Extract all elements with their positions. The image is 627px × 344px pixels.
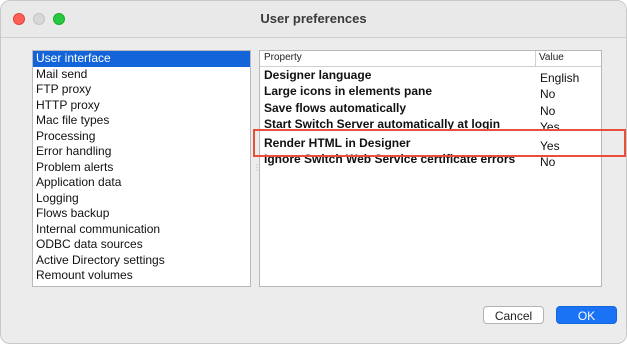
sidebar-item-mail-send[interactable]: Mail send <box>33 67 250 83</box>
properties-table: Property Value Designer language English… <box>259 50 602 287</box>
sidebar-item-processing[interactable]: Processing <box>33 129 250 145</box>
table-row-highlighted[interactable]: Render HTML in Designer Yes <box>260 136 601 153</box>
sidebar-item-problem-alerts[interactable]: Problem alerts <box>33 160 250 176</box>
sidebar-item-active-directory-settings[interactable]: Active Directory settings <box>33 253 250 269</box>
sidebar-item-internal-communication[interactable]: Internal communication <box>33 222 250 238</box>
property-cell: Render HTML in Designer <box>264 136 411 150</box>
sidebar-item-remount-volumes[interactable]: Remount volumes <box>33 268 250 284</box>
table-row[interactable]: Save flows automatically No <box>260 101 601 118</box>
property-cell: Save flows automatically <box>264 101 407 115</box>
value-cell[interactable]: English <box>540 71 579 85</box>
sidebar-item-flows-backup[interactable]: Flows backup <box>33 206 250 222</box>
cancel-button[interactable]: Cancel <box>483 306 544 324</box>
value-cell[interactable]: No <box>540 87 555 101</box>
value-cell[interactable]: No <box>540 155 555 169</box>
value-cell[interactable]: No <box>540 104 555 118</box>
column-divider[interactable] <box>535 51 536 66</box>
split-handle[interactable]: ⋮ <box>253 163 261 173</box>
sidebar-item-user-interface[interactable]: User interface <box>33 51 250 67</box>
property-cell: Large icons in elements pane <box>264 84 433 98</box>
preferences-category-list[interactable]: User interface Mail send FTP proxy HTTP … <box>32 50 251 287</box>
sidebar-item-application-data[interactable]: Application data <box>33 175 250 191</box>
value-cell[interactable]: Yes <box>540 120 560 134</box>
sidebar-item-mac-file-types[interactable]: Mac file types <box>33 113 250 129</box>
window-title: User preferences <box>260 11 367 26</box>
table-row[interactable]: Start Switch Server automatically at log… <box>260 117 601 134</box>
table-header: Property Value <box>260 51 601 67</box>
property-cell: Start Switch Server automatically at log… <box>264 117 501 131</box>
property-cell: Ignore Switch Web Service certificate er… <box>264 152 516 166</box>
ok-button[interactable]: OK <box>556 306 617 324</box>
sidebar-item-logging[interactable]: Logging <box>33 191 250 207</box>
table-row[interactable]: Designer language English <box>260 68 601 85</box>
column-header-property[interactable]: Property <box>264 52 302 63</box>
sidebar-item-error-handling[interactable]: Error handling <box>33 144 250 160</box>
column-header-value[interactable]: Value <box>539 52 564 63</box>
value-cell[interactable]: Yes <box>540 139 560 153</box>
title-bar: User preferences <box>1 1 626 38</box>
table-row[interactable]: Ignore Switch Web Service certificate er… <box>260 152 601 169</box>
sidebar-item-ftp-proxy[interactable]: FTP proxy <box>33 82 250 98</box>
sidebar-item-odbc-data-sources[interactable]: ODBC data sources <box>33 237 250 253</box>
preferences-window: User preferences User interface Mail sen… <box>0 0 627 344</box>
table-row[interactable]: Large icons in elements pane No <box>260 84 601 101</box>
sidebar-item-http-proxy[interactable]: HTTP proxy <box>33 98 250 114</box>
property-cell: Designer language <box>264 68 372 82</box>
